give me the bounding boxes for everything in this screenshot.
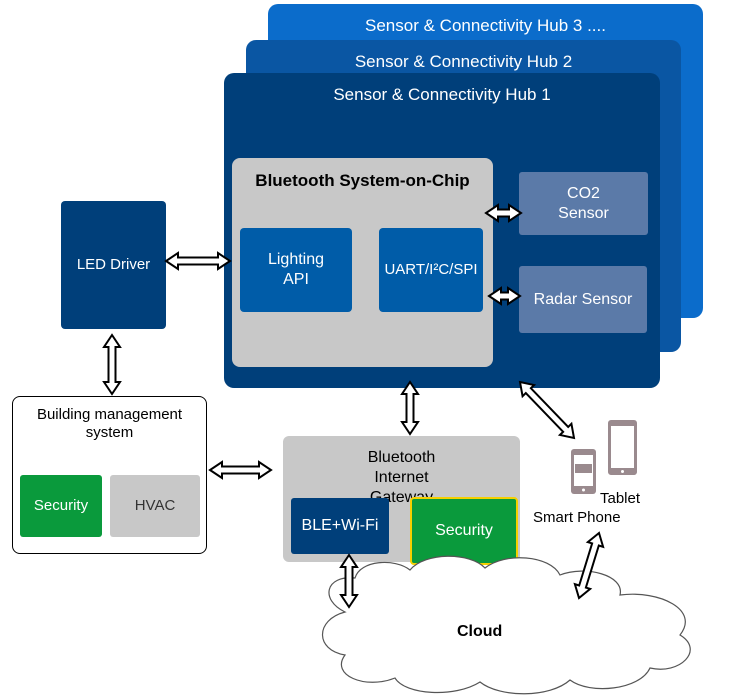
arrow-soc-gateway [400,380,420,436]
arrow-bms-gateway [208,460,273,480]
cloud-shape [321,555,691,695]
arrow-soc-co2 [484,203,523,223]
arrow-led-soc [164,251,232,271]
tablet-label: Tablet [600,490,641,507]
arrow-led-bms [102,333,122,396]
arrow-soc-radar [487,286,522,306]
smart-phone-label: Smart Phone [533,509,621,526]
smart-phone-icon [571,449,596,494]
arrow-hub-devices [518,380,576,440]
connectors [102,203,691,695]
tablet-icon [608,420,637,475]
cloud-label: Cloud [457,623,503,640]
